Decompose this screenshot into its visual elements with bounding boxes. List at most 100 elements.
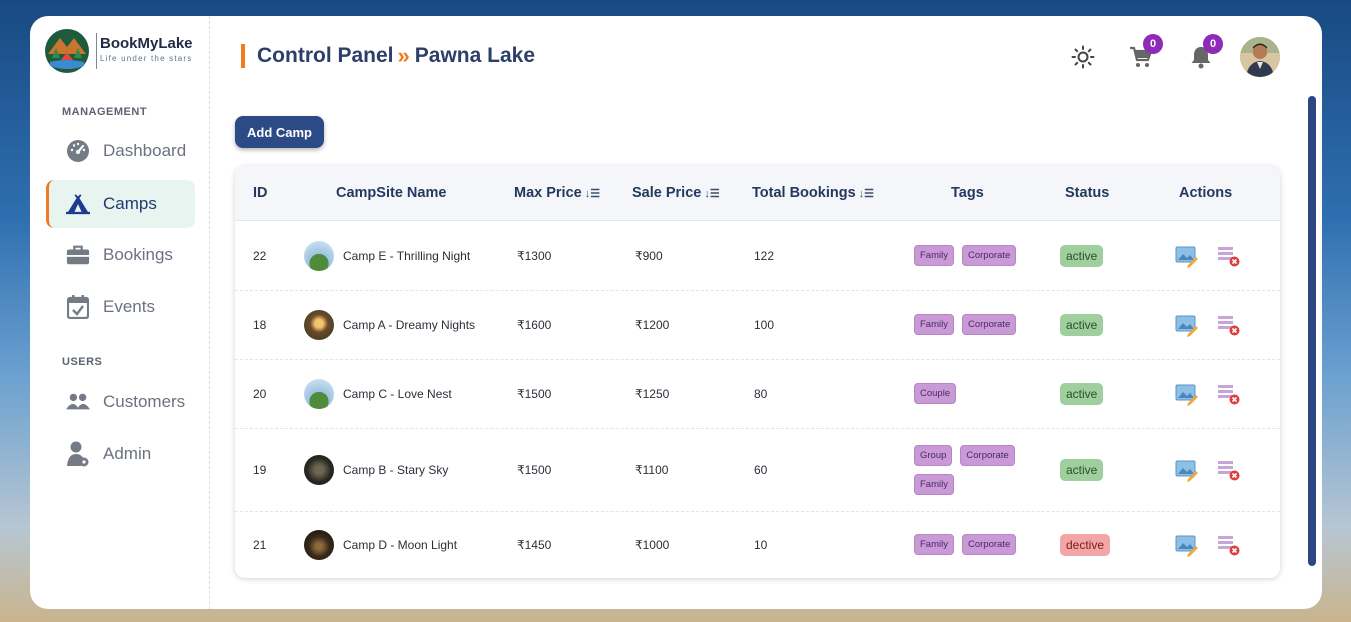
column-header-id: ID: [253, 185, 268, 201]
cell-status: dective: [1060, 511, 1111, 578]
cell-sale-price: ₹1200: [635, 317, 670, 332]
cell-sale-price: ₹900: [635, 248, 663, 263]
cell-bookings: 60: [754, 462, 768, 477]
tag-badge: Couple: [914, 383, 957, 404]
column-header-tags: Tags: [951, 185, 984, 201]
camp-thumbnail: [304, 378, 334, 409]
status-badge: active: [1060, 244, 1104, 267]
column-header-sale-price[interactable]: Sale Price ↓☰: [632, 166, 720, 220]
edit-icon[interactable]: [1175, 313, 1199, 337]
tag-badge: Corporate: [960, 444, 1015, 466]
edit-icon[interactable]: [1175, 244, 1199, 268]
tag-badge: Family: [914, 245, 954, 266]
sidebar-item-label: Dashboard: [103, 141, 187, 160]
tag-badge: Family: [914, 534, 954, 555]
tag-badge: Family: [914, 314, 954, 335]
status-badge: active: [1060, 313, 1104, 336]
column-header-total-bookings[interactable]: Total Bookings ↓☰: [752, 166, 874, 220]
sidebar-item-camps[interactable]: Camps: [46, 180, 195, 228]
avatar[interactable]: [1240, 37, 1280, 77]
delete-icon[interactable]: [1217, 382, 1241, 406]
breadcrumb-current: Pawna Lake: [414, 44, 535, 67]
sidebar-item-label: Customers: [103, 392, 186, 411]
sort-icon: ↓☰: [858, 187, 875, 200]
cart-count-badge: 0: [1143, 34, 1163, 54]
sidebar-item-bookings[interactable]: Bookings: [46, 231, 192, 279]
delete-icon[interactable]: [1217, 244, 1241, 268]
cell-bookings: 10: [754, 537, 768, 552]
cell-actions: [1175, 428, 1241, 511]
tent-icon: [66, 192, 90, 216]
sidebar-item-label: Admin: [103, 444, 152, 463]
cell-max-price: ₹1500: [517, 386, 552, 401]
delete-icon[interactable]: [1217, 533, 1241, 557]
tag-badge: Corporate: [961, 534, 1017, 555]
sidebar-item-dashboard[interactable]: Dashboard: [46, 127, 192, 175]
briefcase-icon: [66, 243, 90, 267]
sidebar-item-label: Camps: [103, 194, 157, 213]
cell-name: Camp D - Moon Light: [304, 511, 457, 578]
table-row: 21 Camp D - Moon Light ₹1450 ₹1000 10 Fa…: [235, 511, 1280, 578]
cell-id: 18: [253, 317, 267, 332]
cell-bookings: 100: [754, 317, 775, 332]
delete-icon[interactable]: [1217, 458, 1241, 482]
sidebar: BookMyLake Life under the stars MANAGEME…: [30, 16, 210, 609]
section-label-users: USERS: [62, 356, 103, 368]
add-camp-button[interactable]: Add Camp: [235, 116, 324, 148]
delete-icon[interactable]: [1217, 313, 1241, 337]
cell-status: active: [1060, 428, 1104, 511]
cell-tags: Family Corporate: [914, 290, 1044, 359]
cell-sale-price: ₹1000: [635, 537, 670, 552]
edit-icon[interactable]: [1175, 458, 1199, 482]
camps-table: ID CampSite Name Max Price ↓☰ Sale Price ↓…: [235, 166, 1280, 578]
cell-name: Camp E - Thrilling Night: [304, 221, 470, 290]
camp-thumbnail: [304, 529, 334, 560]
brand[interactable]: BookMyLake Life under the stars: [44, 28, 193, 74]
camp-thumbnail: [304, 454, 334, 485]
edit-icon[interactable]: [1175, 533, 1199, 557]
sidebar-item-customers[interactable]: Customers: [46, 378, 192, 426]
cell-sale-price: ₹1250: [635, 386, 670, 401]
cell-max-price: ₹1300: [517, 248, 552, 263]
breadcrumb-separator: »: [397, 43, 410, 68]
column-header-actions: Actions: [1179, 185, 1233, 201]
cell-actions: [1175, 221, 1241, 290]
status-badge: active: [1060, 382, 1104, 405]
camp-thumbnail: [304, 240, 334, 271]
breadcrumb-root[interactable]: Control Panel: [257, 44, 394, 68]
calendar-check-icon: [66, 295, 90, 319]
page-scrollbar[interactable]: [1308, 96, 1316, 566]
column-header-name: CampSite Name: [336, 185, 447, 201]
tag-badge: Corporate: [961, 245, 1017, 266]
theme-toggle-button[interactable]: [1066, 40, 1100, 74]
cart-button[interactable]: 0: [1124, 34, 1163, 74]
cell-status: active: [1060, 359, 1104, 428]
cell-max-price: ₹1450: [517, 537, 552, 552]
status-badge: dective: [1060, 533, 1111, 556]
cell-id: 21: [253, 537, 267, 552]
admin-icon: [66, 441, 90, 467]
cell-tags: Couple: [914, 359, 1044, 428]
table-header: ID CampSite Name Max Price ↓☰ Sale Price ↓…: [235, 166, 1280, 221]
column-header-status: Status: [1065, 185, 1110, 201]
tag-badge: Group: [914, 444, 953, 466]
notifications-button[interactable]: 0: [1184, 34, 1223, 74]
cell-id: 22: [253, 248, 267, 263]
cell-tags: Group Corporate Family: [914, 428, 1044, 511]
cell-tags: Family Corporate: [914, 221, 1044, 290]
cell-max-price: ₹1600: [517, 317, 552, 332]
tag-badge: Corporate: [961, 314, 1017, 335]
sidebar-item-admin[interactable]: Admin: [46, 430, 192, 478]
column-header-max-price[interactable]: Max Price ↓☰: [514, 166, 600, 220]
cell-bookings: 122: [754, 248, 775, 263]
edit-icon[interactable]: [1175, 382, 1199, 406]
cell-status: active: [1060, 221, 1104, 290]
sun-icon: [1071, 45, 1095, 69]
title-accent-bar: [241, 44, 245, 68]
sidebar-item-label: Bookings: [103, 245, 173, 264]
cell-sale-price: ₹1100: [635, 462, 669, 477]
sidebar-item-events[interactable]: Events: [46, 283, 192, 331]
cell-name: Camp C - Love Nest: [304, 359, 452, 428]
cell-id: 19: [253, 462, 267, 477]
cell-bookings: 80: [754, 386, 768, 401]
